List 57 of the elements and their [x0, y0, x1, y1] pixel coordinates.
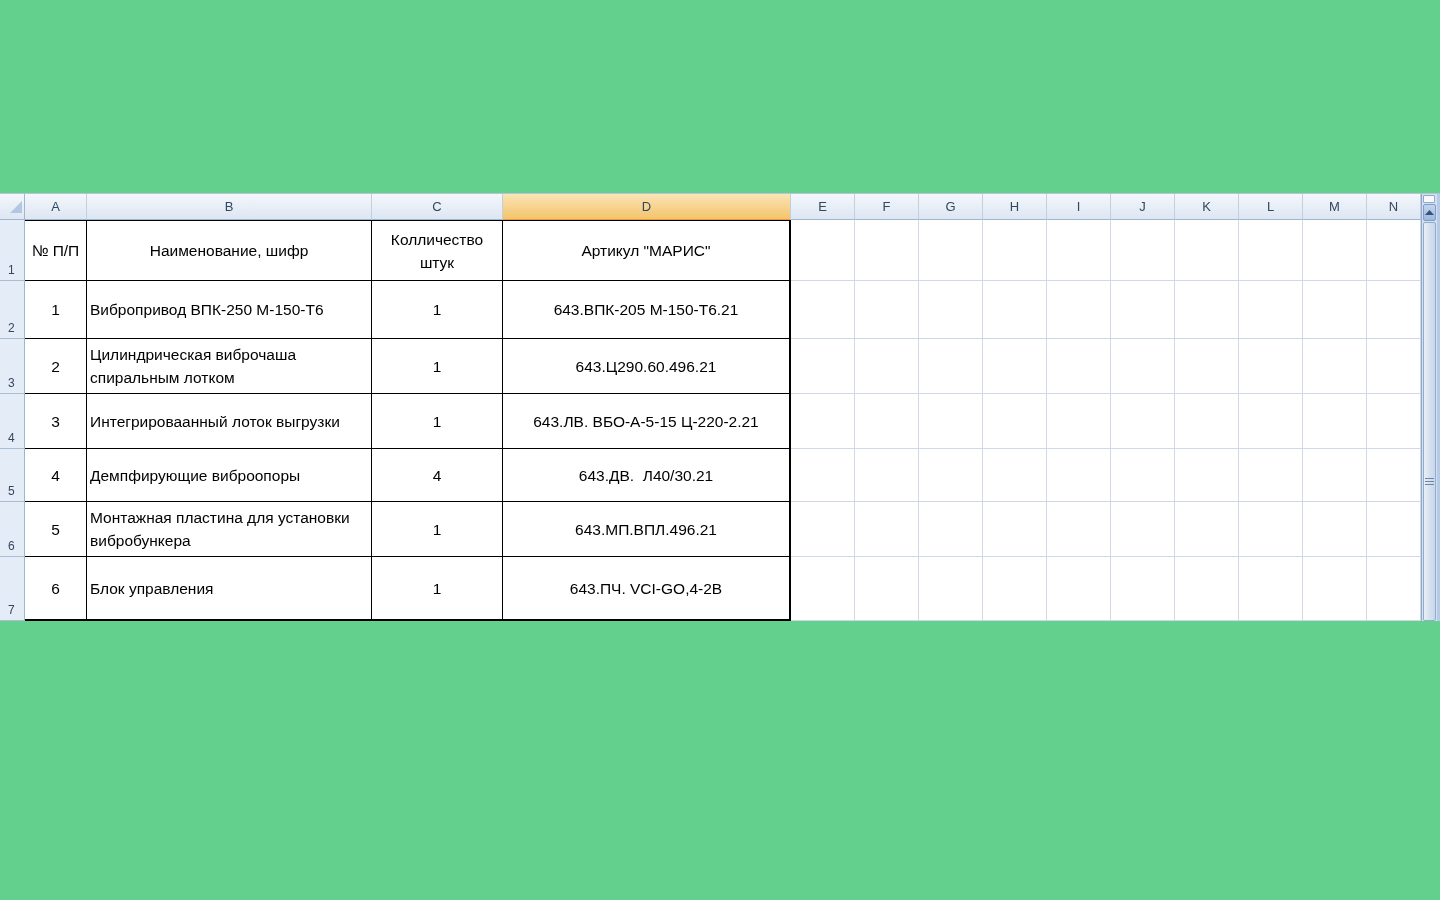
column-header[interactable]: J: [1111, 194, 1175, 221]
up-arrow-icon: [1425, 210, 1434, 215]
row-header[interactable]: 5: [0, 449, 25, 503]
column-title: Колличество штук: [389, 229, 485, 273]
position-number: 4: [51, 465, 60, 486]
select-all-button[interactable]: [0, 194, 25, 221]
column-header[interactable]: D: [503, 194, 791, 221]
article-code: 643.ДВ. Л40/30.21: [578, 465, 714, 486]
item-name: Интегрироваанный лоток выгрузки: [90, 411, 340, 432]
column-header[interactable]: G: [919, 194, 983, 221]
article-code: 643.ЛВ. ВБО-А-5-15 Ц-220-2.21: [533, 411, 759, 432]
column-title: Артикул "МАРИС": [581, 241, 711, 262]
quantity: 1: [432, 411, 442, 432]
column-header[interactable]: I: [1047, 194, 1111, 221]
article-code: 643.ПЧ. VCI-GO,4-2B: [569, 578, 723, 599]
column-header[interactable]: K: [1175, 194, 1239, 221]
position-number: 1: [51, 300, 60, 321]
article-code: 643.ВПК-205 М-150-Т6.21: [553, 300, 739, 321]
column-header[interactable]: H: [983, 194, 1047, 221]
quantity: 1: [432, 578, 442, 599]
row-header[interactable]: 7: [0, 557, 25, 622]
position-number: 2: [51, 356, 60, 377]
column-title: № П/П: [31, 241, 80, 262]
row-header[interactable]: 3: [0, 339, 25, 395]
row-header[interactable]: 6: [0, 502, 25, 558]
quantity: 1: [432, 356, 442, 377]
column-header[interactable]: M: [1303, 194, 1367, 221]
quantity: 4: [432, 465, 442, 486]
grip-icon: [1425, 478, 1434, 486]
position-number: 5: [51, 519, 60, 540]
triangle-icon: [10, 200, 22, 213]
article-code: 643.МП.ВПЛ.496.21: [575, 519, 717, 540]
scroll-thumb[interactable]: [1423, 222, 1436, 622]
split-box[interactable]: [1423, 195, 1435, 203]
item-name: Блок управления: [90, 578, 214, 599]
item-name: Вибропривод ВПК-250 М-150-Т6: [90, 300, 324, 321]
column-header[interactable]: L: [1239, 194, 1303, 221]
position-number: 3: [51, 411, 60, 432]
article-code: 643.Ц290.60.496.21: [575, 356, 717, 377]
column-header[interactable]: A: [25, 194, 87, 221]
position-number: 6: [51, 578, 60, 599]
row-header[interactable]: 2: [0, 281, 25, 340]
item-name: Монтажная пластина для установки вибробункера: [90, 508, 351, 552]
column-header[interactable]: B: [87, 194, 372, 221]
row-header[interactable]: 4: [0, 394, 25, 450]
column-header[interactable]: F: [855, 194, 919, 221]
item-name: Цилиндрическая виброчаша спиральным лотком: [90, 345, 298, 389]
column-header[interactable]: C: [372, 194, 503, 221]
column-header[interactable]: E: [791, 194, 855, 221]
quantity: 1: [432, 519, 442, 540]
row-header[interactable]: 1: [0, 220, 25, 282]
scroll-up-button[interactable]: [1423, 204, 1436, 221]
item-name: Демпфирующие виброопоры: [90, 465, 301, 486]
quantity: 1: [432, 300, 442, 321]
column-title: Наименование, шифр: [149, 241, 309, 262]
column-header[interactable]: N: [1367, 194, 1421, 221]
vertical-scrollbar[interactable]: [1421, 194, 1440, 622]
